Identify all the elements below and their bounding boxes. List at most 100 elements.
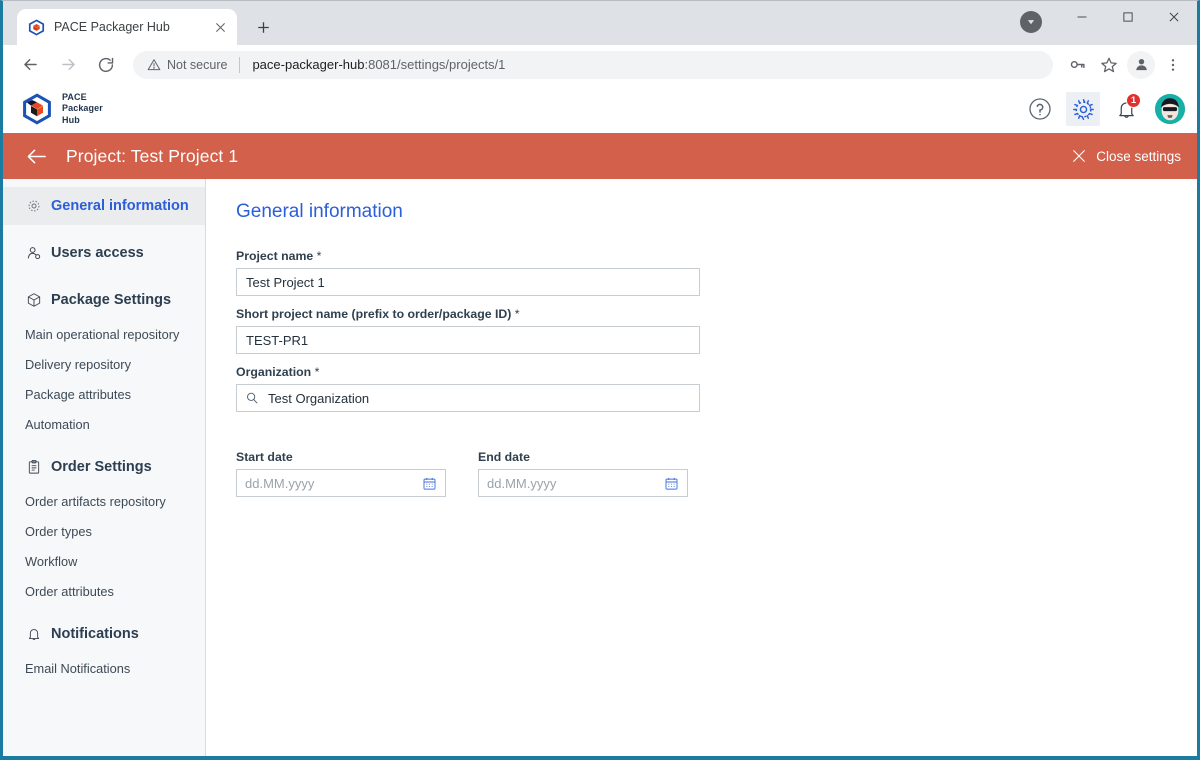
page-title: Project: Test Project 1	[66, 145, 239, 166]
sidebar-sublabel: Workflow	[25, 553, 78, 569]
sidebar-subitem-delivery-repository[interactable]: Delivery repository	[3, 349, 205, 379]
clipboard-icon	[25, 459, 42, 476]
start-date-label: Start date	[236, 450, 293, 464]
sidebar-sublabel: Main operational repository	[25, 326, 180, 342]
field-end-date: End date dd.MM.yyyy	[478, 450, 688, 497]
end-date-input[interactable]: dd.MM.yyyy	[478, 469, 688, 497]
sidebar-sublabel: Delivery repository	[25, 356, 131, 372]
project-name-input[interactable]: Test Project 1	[236, 268, 700, 296]
warning-triangle-icon	[147, 58, 161, 70]
cube-icon	[25, 292, 42, 309]
address-bar[interactable]: Not secure pace-packager-hub:8081/settin…	[133, 50, 1053, 79]
download-chip-icon[interactable]	[1020, 11, 1042, 33]
user-avatar[interactable]	[1155, 94, 1185, 124]
three-dot-menu-icon[interactable]	[1159, 51, 1187, 79]
required-mark: *	[311, 365, 320, 379]
brand-text: PACE Packager Hub	[62, 92, 103, 127]
sidebar-subitem-package-attributes[interactable]: Package attributes	[3, 379, 205, 409]
sidebar-subitem-main-operational-repository[interactable]: Main operational repository	[3, 319, 205, 349]
field-organization: Organization * Test Organization	[236, 365, 1197, 412]
brand-line-3: Hub	[62, 114, 80, 125]
sidebar-sublabel: Order attributes	[25, 583, 114, 599]
brand-line-2: Packager	[62, 103, 103, 114]
user-access-icon	[25, 245, 42, 262]
calendar-icon[interactable]	[422, 476, 437, 491]
sidebar-subitem-workflow[interactable]: Workflow	[3, 546, 205, 576]
section-heading: General information	[236, 201, 403, 222]
short-project-name-label: Short project name (prefix to order/pack…	[236, 307, 1197, 321]
label-text: Project name	[236, 249, 314, 263]
sidebar-subitem-order-attributes[interactable]: Order attributes	[3, 576, 205, 606]
sidebar-subitem-order-types[interactable]: Order types	[3, 516, 205, 546]
sidebar-sublabel: Order artifacts repository	[25, 493, 166, 509]
sidebar-sublabel: Order types	[25, 523, 92, 539]
url-text: pace-packager-hub:8081/settings/projects…	[252, 57, 505, 72]
sidebar-sublabel: Automation	[25, 416, 90, 432]
gear-icon	[25, 198, 42, 215]
url-host: pace-packager-hub	[252, 57, 365, 72]
field-start-date: Start date dd.MM.yyyy	[236, 450, 446, 497]
end-date-placeholder: dd.MM.yyyy	[487, 475, 557, 491]
star-icon[interactable]	[1095, 51, 1123, 79]
window-controls	[1059, 1, 1197, 33]
settings-sidebar: General information Users access Package…	[3, 179, 206, 756]
reload-icon[interactable]	[90, 49, 122, 81]
question-mark-icon[interactable]	[1023, 92, 1057, 126]
maximize-button[interactable]	[1105, 1, 1151, 33]
brand-logo[interactable]: PACE Packager Hub	[21, 92, 103, 127]
label-text: Organization	[236, 365, 312, 379]
back-arrow-icon[interactable]	[14, 49, 46, 81]
calendar-icon[interactable]	[664, 476, 679, 491]
profile-avatar-icon[interactable]	[1127, 50, 1155, 79]
sidebar-item-users-access[interactable]: Users access	[3, 234, 205, 272]
sidebar-subitem-email-notifications[interactable]: Email Notifications	[3, 653, 205, 683]
security-label: Not secure	[167, 57, 228, 72]
page-viewport: PACE Packager Hub 1 Project: Test Projec…	[3, 85, 1197, 756]
security-indicator[interactable]: Not secure	[147, 58, 227, 72]
sidebar-item-order-settings[interactable]: Order Settings	[3, 448, 205, 486]
sidebar-label: Package Settings	[51, 292, 172, 308]
omnibox-divider	[239, 56, 241, 73]
organization-input[interactable]: Test Organization	[236, 384, 700, 412]
new-tab-button[interactable]	[249, 13, 277, 41]
header-actions: 1	[1014, 92, 1185, 126]
short-project-name-input[interactable]: TEST-PR1	[236, 326, 700, 354]
required-mark: *	[313, 249, 322, 263]
sidebar-sublabel: Email Notifications	[25, 660, 131, 676]
sidebar-item-general-information[interactable]: General information	[3, 187, 205, 225]
key-icon[interactable]	[1063, 51, 1091, 79]
minimize-button[interactable]	[1059, 1, 1105, 33]
tab-close-icon[interactable]	[211, 18, 229, 36]
organization-label: Organization *	[236, 365, 1197, 379]
sidebar-item-notifications[interactable]: Notifications	[3, 615, 205, 653]
bell-icon[interactable]: 1	[1109, 92, 1143, 126]
sidebar-sublabel: Package attributes	[25, 386, 131, 402]
cube-favicon	[28, 18, 45, 36]
browser-window: PACE Packager Hub Not secure pace-packag…	[0, 0, 1200, 760]
notification-badge: 1	[1126, 93, 1141, 108]
browser-tab[interactable]: PACE Packager Hub	[17, 9, 237, 45]
field-project-name: Project name * Test Project 1	[236, 249, 1197, 296]
sidebar-label: General information	[51, 198, 189, 214]
pace-cube-logo-icon	[21, 93, 53, 125]
sidebar-subitem-automation[interactable]: Automation	[3, 409, 205, 439]
back-arrow-icon[interactable]	[23, 143, 49, 169]
sidebar-subitem-order-artifacts-repository[interactable]: Order artifacts repository	[3, 486, 205, 516]
project-name-label: Project name *	[236, 249, 1197, 263]
url-path: :8081/settings/projects/1	[364, 57, 506, 72]
dates-row: Start date dd.MM.yyyy End date dd.MM.yyy…	[236, 450, 1197, 497]
sidebar-label: Order Settings	[51, 459, 152, 475]
start-date-placeholder: dd.MM.yyyy	[245, 475, 315, 491]
end-date-label: End date	[478, 450, 530, 464]
brand-line-1: PACE	[62, 91, 87, 102]
gear-icon[interactable]	[1066, 92, 1100, 126]
sidebar-item-package-settings[interactable]: Package Settings	[3, 281, 205, 319]
settings-header-bar: Project: Test Project 1 Close settings	[3, 133, 1197, 179]
start-date-input[interactable]: dd.MM.yyyy	[236, 469, 446, 497]
close-settings-button[interactable]: Close settings	[1071, 148, 1181, 164]
sidebar-label: Users access	[51, 245, 144, 261]
bell-icon	[25, 626, 42, 643]
close-window-button[interactable]	[1151, 1, 1197, 33]
